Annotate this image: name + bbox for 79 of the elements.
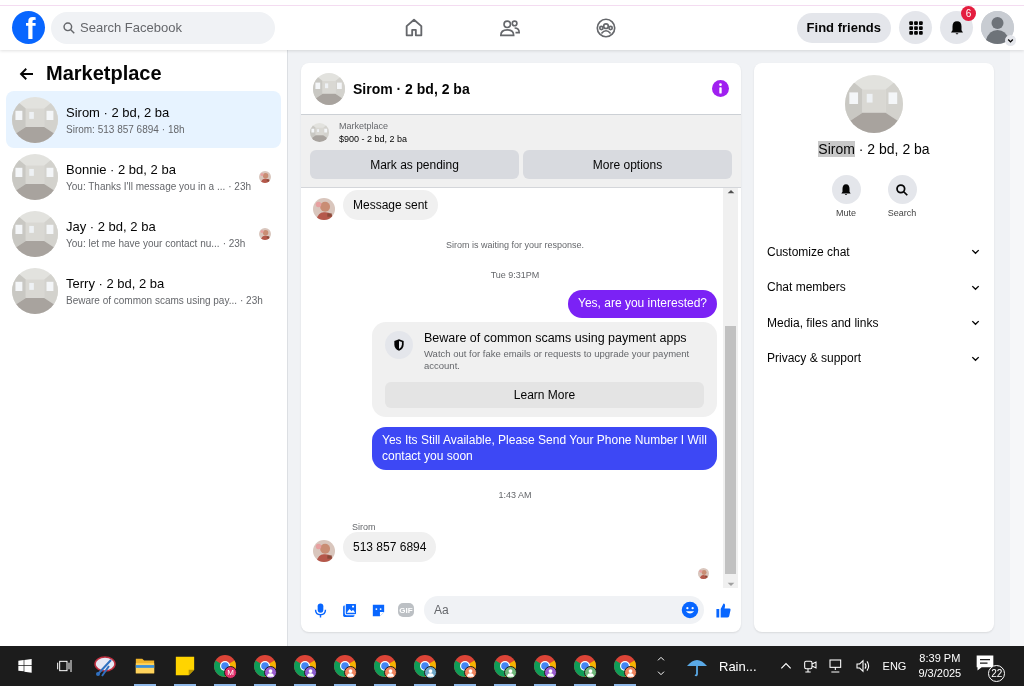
logo[interactable]: f (12, 11, 45, 44)
message-bubble: Yes Its Still Available, Please Send Your Phone Number I Will contact you soon (372, 427, 717, 471)
photo-button[interactable] (340, 600, 359, 620)
menu-button[interactable] (899, 11, 932, 44)
message-field[interactable]: Aa (424, 596, 704, 624)
notifications-button[interactable] (940, 11, 973, 44)
message-bubble: Message sent (343, 190, 438, 220)
message-preview: You: Thanks I'll message you in a ... (66, 180, 226, 192)
conversation-item[interactable]: Jay · 2 bd, 2 ba You: let me have your contact nu... · 23h (6, 205, 281, 262)
conversation-title: Bonnie · 2 bd, 2 ba (66, 161, 177, 177)
conversation-item[interactable]: Bonnie · 2 bd, 2 ba You: Thanks I'll message you in a ... · 23h (6, 148, 281, 205)
groups-icon (595, 16, 617, 39)
chevron-down-icon (656, 669, 666, 677)
listing-label: Marketplace (339, 121, 390, 131)
section-toggle[interactable]: Media, files and links (767, 305, 981, 341)
microphone-icon (312, 601, 329, 619)
clock-time[interactable]: 8:39 PM (918, 650, 962, 666)
chevron-up-icon (656, 655, 666, 663)
conversation-item[interactable]: Terry · 2 bd, 2 ba Beware of common scams using pay... · 23h (6, 262, 281, 319)
sticky-note-icon (174, 655, 196, 677)
listing-detail: $900 - 2 bd, 2 ba (339, 134, 408, 144)
section-toggle[interactable]: Chat members (767, 269, 981, 305)
scrollbar-track[interactable] (1010, 50, 1024, 646)
message-preview: Sirom: 513 857 6894 (66, 123, 159, 135)
conversation-title: Jay · 2 bd, 2 ba (66, 218, 157, 234)
like-button[interactable] (714, 600, 733, 620)
meeting-icon (801, 658, 818, 674)
emoji-icon (681, 601, 699, 619)
home-icon (403, 16, 425, 39)
scissors-icon (93, 654, 117, 678)
status-text: Sirom is waiting for your response. (444, 240, 586, 250)
message-preview: Beware of common scams using pay... (66, 294, 237, 306)
weather-label[interactable]: Rain... (719, 658, 757, 674)
conversation-item[interactable]: Sirom · 2 bd, 2 ba Sirom: 513 857 6894 · 18h (6, 91, 281, 148)
chrome-app-button[interactable]: M (205, 646, 245, 686)
windows-icon (17, 658, 33, 674)
like-icon (715, 601, 732, 619)
message-bubble: Yes, are you interested? (568, 290, 717, 318)
message-bubble: 513 857 6894 (343, 532, 437, 563)
section-toggle[interactable]: Customize chat (767, 234, 981, 270)
photo-icon (341, 601, 358, 619)
notification-count[interactable]: 22 (988, 665, 1006, 682)
message-preview: You: let me have your contact nu... (66, 237, 220, 249)
notification-badge: 6 (961, 6, 976, 21)
notice-text: Watch out for fake emails or requests to upgrade your payment account. (424, 347, 691, 373)
info-icon[interactable] (712, 80, 729, 97)
grid-icon (906, 18, 925, 37)
clock-date[interactable]: 9/3/2025 (918, 666, 962, 682)
section-toggle[interactable]: Privacy & support (767, 340, 981, 376)
sender-name: Sirom (352, 522, 377, 533)
find-friends-button[interactable]: Find friends (796, 12, 891, 43)
action-button[interactable]: More options (523, 150, 732, 179)
message-time: · 23h (240, 294, 263, 306)
avatar-icon (981, 11, 1014, 44)
conversation-title: Sirom · 2 bd, 2 ba (66, 104, 171, 120)
message-time: · 18h (161, 123, 185, 135)
search-icon (895, 182, 909, 197)
timestamp: Tue 9:31PM (489, 270, 541, 280)
bell-icon (839, 182, 853, 197)
chevron-icon (1005, 35, 1016, 46)
shield-icon (392, 337, 406, 352)
speaker-icon (853, 658, 872, 674)
learn-more-button[interactable]: Learn More (385, 382, 704, 409)
scroll-down-icon (726, 580, 735, 588)
task-view-icon (56, 658, 74, 674)
notice-title: Beware of common scams using payment apps (424, 330, 688, 345)
timestamp: 1:43 AM (497, 490, 533, 501)
message-time: · 23h (228, 180, 252, 192)
action-button[interactable]: Mark as pending (310, 150, 519, 179)
chat-title: Sirom · 2 bd, 2 ba (353, 80, 471, 97)
contact-name: Sirom (818, 141, 855, 157)
conversation-title: Terry · 2 bd, 2 ba (66, 275, 166, 291)
search-field[interactable]: Search Facebook (51, 11, 275, 44)
page-title: Marketplace (46, 62, 162, 85)
profile-button[interactable] (981, 11, 1014, 44)
listing-subtitle: · 2 bd, 2 ba (857, 141, 930, 157)
language-indicator[interactable]: ENG (882, 660, 907, 672)
scrollbar-thumb[interactable] (725, 326, 736, 574)
message-time: · 23h (222, 237, 246, 249)
